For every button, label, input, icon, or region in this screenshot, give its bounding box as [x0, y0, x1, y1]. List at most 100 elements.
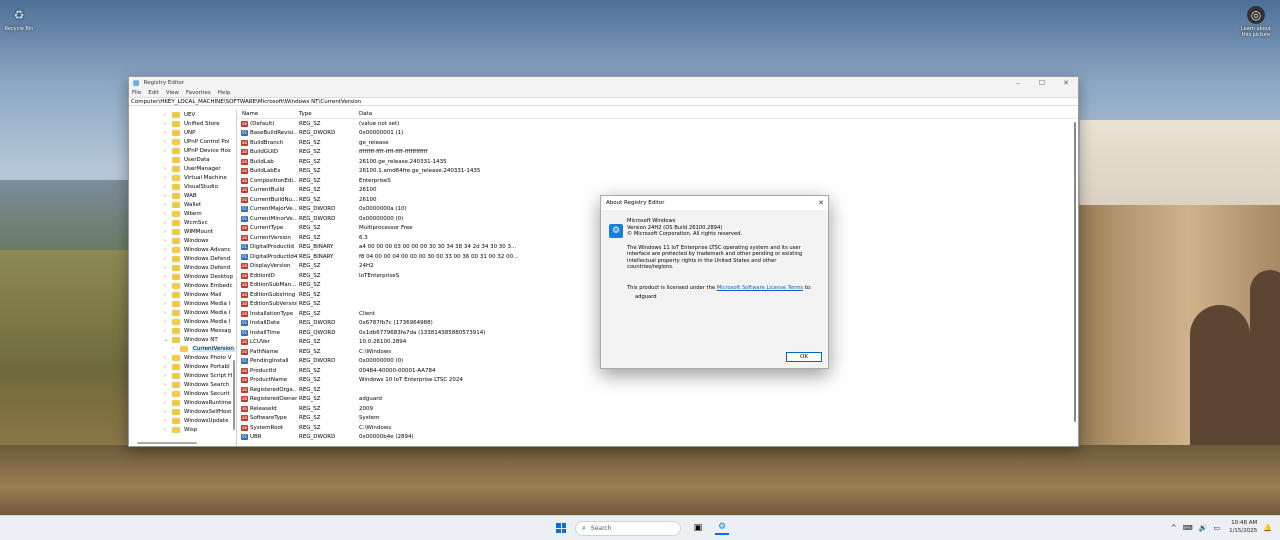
- expand-chevron-icon[interactable]: ›: [164, 211, 172, 217]
- close-icon[interactable]: ✕: [1054, 79, 1078, 87]
- expand-chevron-icon[interactable]: ›: [164, 112, 172, 118]
- column-name-header[interactable]: Name: [237, 111, 297, 117]
- expand-chevron-icon[interactable]: ›: [164, 166, 172, 172]
- tree-item[interactable]: › UserManager: [129, 164, 236, 173]
- expand-chevron-icon[interactable]: ›: [164, 256, 172, 262]
- tree-item[interactable]: › Windows Media I: [129, 308, 236, 317]
- menu-help[interactable]: Help: [218, 90, 231, 96]
- tree-item[interactable]: › Virtual Machine: [129, 173, 236, 182]
- menu-edit[interactable]: Edit: [148, 90, 159, 96]
- tree-item[interactable]: › Windows Search: [129, 380, 236, 389]
- dialog-title-bar[interactable]: About Registry Editor ✕: [601, 196, 828, 210]
- expand-chevron-icon[interactable]: ›: [164, 292, 172, 298]
- expand-chevron-icon[interactable]: ›: [164, 391, 172, 397]
- value-row[interactable]: ab BuildLab REG_SZ 26100.ge_release.240331-…: [237, 157, 1078, 167]
- value-row[interactable]: ab BuildLabEx REG_SZ 26100.1.amd64fre.ge_re…: [237, 167, 1078, 177]
- expand-chevron-icon[interactable]: ›: [164, 409, 172, 415]
- tree-item[interactable]: › UPnP Control Poi: [129, 137, 236, 146]
- tree-item[interactable]: › Wbem: [129, 209, 236, 218]
- clock[interactable]: 10:48 AM 1/15/2025: [1229, 520, 1257, 535]
- tree-item[interactable]: ⌄ Windows NT: [129, 335, 236, 344]
- value-row[interactable]: 01 UBR REG_DWORD 0x00000b4e (2894): [237, 433, 1078, 443]
- expand-chevron-icon[interactable]: ›: [164, 220, 172, 226]
- tree-item[interactable]: › Windows: [129, 236, 236, 245]
- ok-button[interactable]: OK: [786, 352, 822, 362]
- tree-item[interactable]: › WcmSvc: [129, 218, 236, 227]
- expand-chevron-icon[interactable]: ›: [164, 283, 172, 289]
- volume-icon[interactable]: 🔊: [1199, 524, 1208, 532]
- value-row[interactable]: ab SoftwareType REG_SZ System: [237, 414, 1078, 424]
- expand-chevron-icon[interactable]: ›: [164, 139, 172, 145]
- value-row[interactable]: 01 BaseBuildRevisi... REG_DWORD 0x00000001 …: [237, 129, 1078, 139]
- value-row[interactable]: ab ReleaseId REG_SZ 2009: [237, 404, 1078, 414]
- tree-item[interactable]: › WindowsRuntime: [129, 398, 236, 407]
- expand-chevron-icon[interactable]: ⌄: [164, 337, 172, 343]
- license-terms-link[interactable]: Microsoft Software License Terms: [717, 285, 803, 291]
- tree-item[interactable]: › WindowsUpdate: [129, 416, 236, 425]
- tree-item[interactable]: › WindowsSelfHost: [129, 407, 236, 416]
- expand-chevron-icon[interactable]: ›: [164, 328, 172, 334]
- maximize-icon[interactable]: ☐: [1030, 79, 1054, 87]
- expand-chevron-icon[interactable]: ›: [164, 148, 172, 154]
- tree-item[interactable]: › Windows Media I: [129, 317, 236, 326]
- expand-chevron-icon[interactable]: ›: [164, 355, 172, 361]
- notification-bell-icon[interactable]: 🔔: [1263, 524, 1272, 532]
- dialog-close-icon[interactable]: ✕: [814, 199, 828, 207]
- tree-item[interactable]: › Unified Store: [129, 119, 236, 128]
- tree-item[interactable]: › Windows Securit: [129, 389, 236, 398]
- menu-view[interactable]: View: [166, 90, 179, 96]
- tree-item[interactable]: › Windows Media I: [129, 299, 236, 308]
- column-data-header[interactable]: Data: [357, 111, 1078, 117]
- tree-item[interactable]: › Windows Embedc: [129, 281, 236, 290]
- tree-item[interactable]: › Windows Desktop: [129, 272, 236, 281]
- expand-chevron-icon[interactable]: ›: [164, 400, 172, 406]
- minimize-icon[interactable]: –: [1006, 79, 1030, 87]
- value-row[interactable]: ab CompositionEdi... REG_SZ EnterpriseS: [237, 176, 1078, 186]
- column-type-header[interactable]: Type: [297, 111, 357, 117]
- taskbar-search-box[interactable]: ⌕ Search: [575, 520, 681, 536]
- expand-chevron-icon[interactable]: ›: [164, 184, 172, 190]
- expand-chevron-icon[interactable]: ›: [164, 175, 172, 181]
- expand-chevron-icon[interactable]: ›: [164, 382, 172, 388]
- recycle-bin-shortcut[interactable]: ♻ Recycle Bin: [1, 6, 37, 32]
- menu-favorites[interactable]: Favorites: [186, 90, 211, 96]
- tree-item[interactable]: › UEV: [129, 110, 236, 119]
- value-row[interactable]: ab ProductName REG_SZ Windows 10 IoT Enterp…: [237, 376, 1078, 386]
- tree-scrollbar[interactable]: [233, 360, 235, 430]
- tree-item[interactable]: › Wallet: [129, 200, 236, 209]
- title-bar[interactable]: ▦ Registry Editor – ☐ ✕: [129, 77, 1078, 88]
- expand-chevron-icon[interactable]: ›: [164, 202, 172, 208]
- tree-item[interactable]: › CurrentVersion: [129, 344, 236, 353]
- address-bar[interactable]: Computer\HKEY_LOCAL_MACHINE\SOFTWARE\Mic…: [129, 97, 1078, 106]
- tree-item[interactable]: › Windows Defend: [129, 263, 236, 272]
- expand-chevron-icon[interactable]: ›: [164, 373, 172, 379]
- tree-item[interactable]: › Windows Portabl: [129, 362, 236, 371]
- expand-chevron-icon[interactable]: ›: [164, 238, 172, 244]
- value-row[interactable]: ab BuildBranch REG_SZ ge_release: [237, 138, 1078, 148]
- tree-item[interactable]: › Windows Advanc: [129, 245, 236, 254]
- tree-item[interactable]: › UPnP Device Hos: [129, 146, 236, 155]
- expand-chevron-icon[interactable]: ›: [164, 319, 172, 325]
- start-button[interactable]: [553, 520, 569, 536]
- tree-item[interactable]: › Windows Defend: [129, 254, 236, 263]
- tree-horizontal-scrollbar[interactable]: [137, 442, 197, 444]
- tree-item[interactable]: UserData: [129, 155, 236, 164]
- menu-file[interactable]: File: [132, 90, 141, 96]
- expand-chevron-icon[interactable]: ›: [164, 274, 172, 280]
- tree-item[interactable]: › WAB: [129, 191, 236, 200]
- expand-chevron-icon[interactable]: ›: [172, 346, 180, 352]
- value-row[interactable]: ab (Default) REG_SZ (value not set): [237, 119, 1078, 129]
- network-icon[interactable]: ⌨: [1183, 524, 1193, 532]
- tree-item[interactable]: › Windows Script H: [129, 371, 236, 380]
- expand-chevron-icon[interactable]: ›: [164, 265, 172, 271]
- expand-chevron-icon[interactable]: ›: [164, 229, 172, 235]
- value-row[interactable]: ab RegisteredOrga... REG_SZ: [237, 385, 1078, 395]
- expand-chevron-icon[interactable]: ›: [164, 301, 172, 307]
- expand-chevron-icon[interactable]: ›: [164, 130, 172, 136]
- value-row[interactable]: ab CurrentBuild REG_SZ 26100: [237, 186, 1078, 196]
- expand-chevron-icon[interactable]: ›: [164, 247, 172, 253]
- tree-item[interactable]: › Windows Photo V: [129, 353, 236, 362]
- battery-icon[interactable]: ▭: [1213, 524, 1220, 532]
- expand-chevron-icon[interactable]: ›: [164, 121, 172, 127]
- tree-item[interactable]: › Windows Mail: [129, 290, 236, 299]
